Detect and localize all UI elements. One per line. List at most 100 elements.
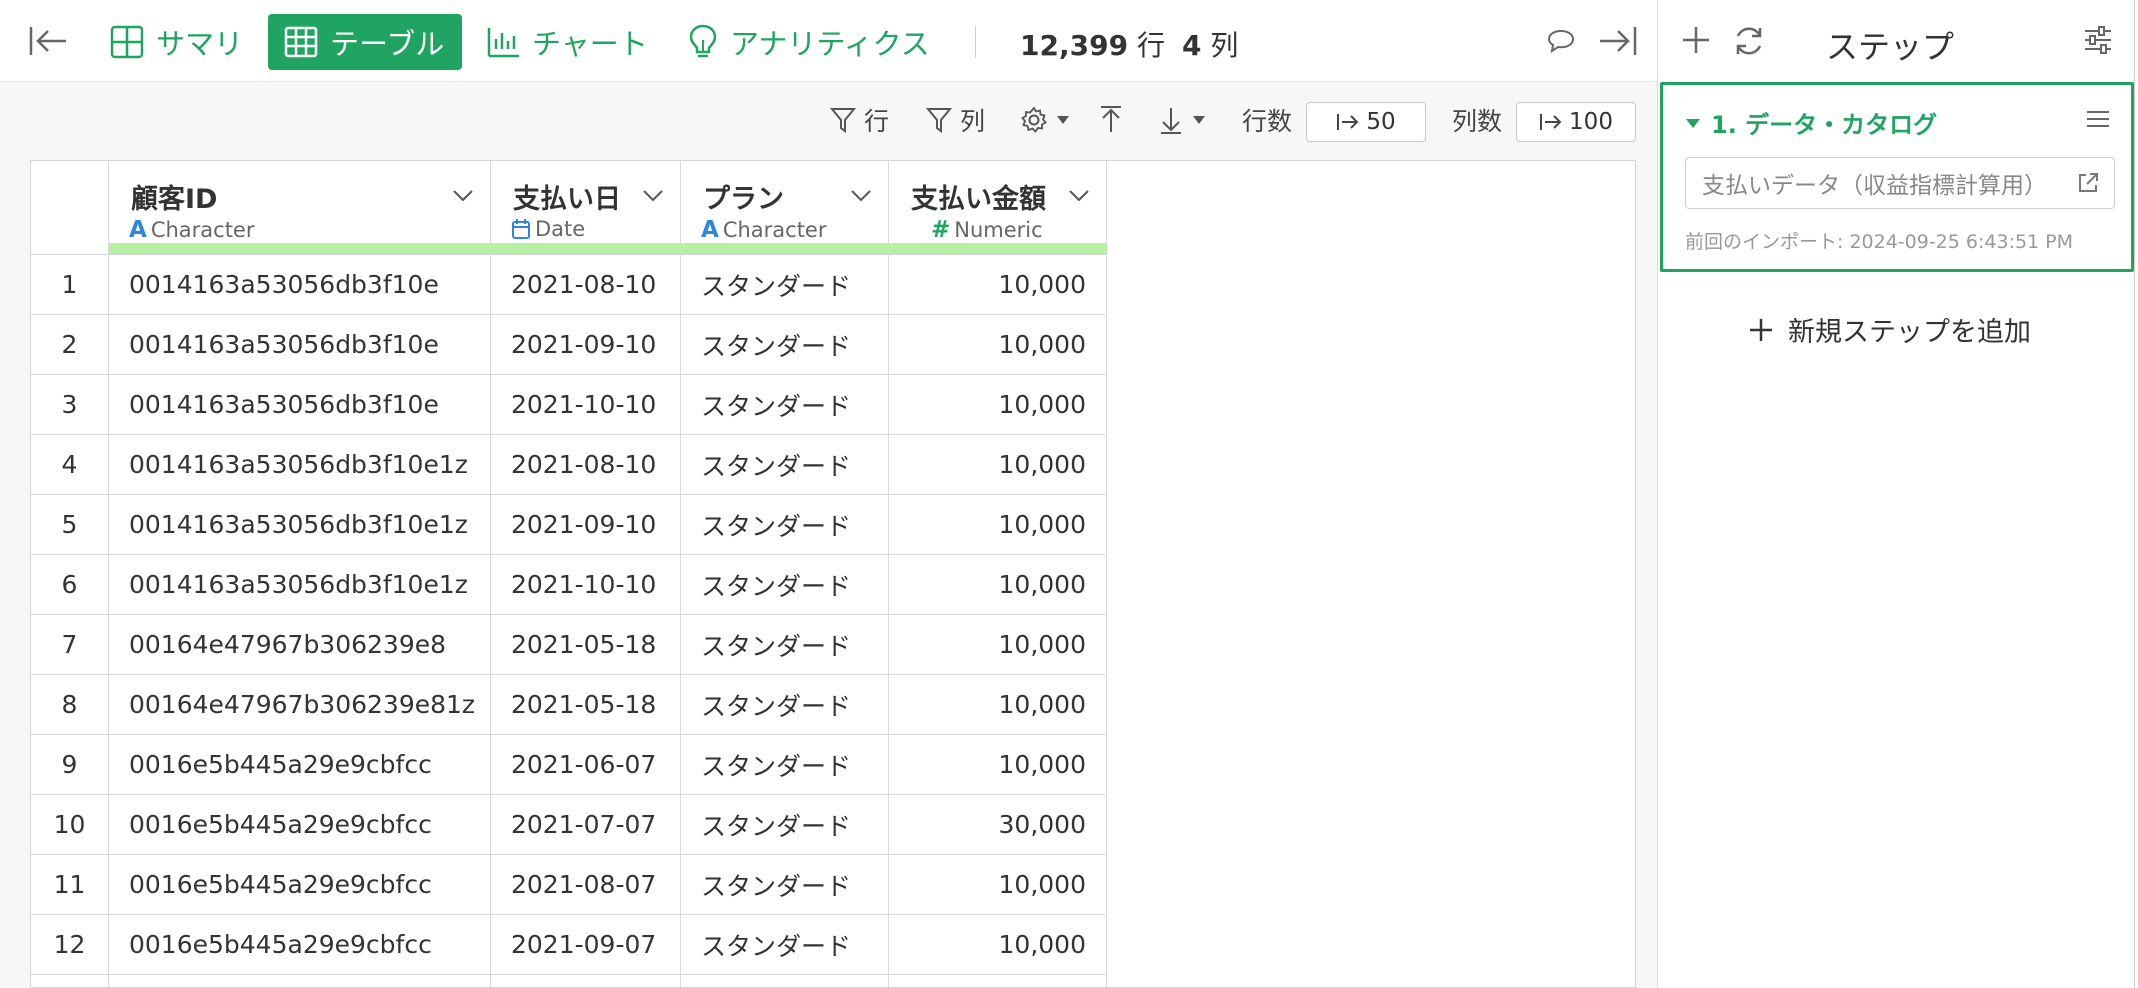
data-source-field[interactable]: 支払いデータ（収益指標計算用） — [1685, 157, 2115, 209]
cell-plan[interactable]: スタンダード — [681, 495, 889, 555]
collapse-left-icon[interactable] — [28, 24, 68, 58]
row-index[interactable]: 10 — [31, 795, 109, 855]
cell-plan[interactable]: スタンダード — [681, 255, 889, 315]
cell-customer-id[interactable]: 0014163a53056db3f10e — [109, 375, 491, 435]
cell-customer-id[interactable]: 0014163a53056db3f10e1z — [109, 435, 491, 495]
cell-plan[interactable]: スタンダード — [681, 915, 889, 975]
cell-customer-id[interactable]: 0014163a53056db3f10e1z — [109, 495, 491, 555]
sliders-icon[interactable] — [2082, 24, 2114, 56]
cell-payment-amount[interactable]: 30,000 — [889, 795, 1107, 855]
plus-icon[interactable] — [1680, 24, 1712, 56]
row-index[interactable]: 5 — [31, 495, 109, 555]
row-index[interactable]: 9 — [31, 735, 109, 795]
column-filter-button[interactable]: 列 — [926, 102, 985, 138]
cell-payment-amount[interactable]: 10,000 — [889, 555, 1107, 615]
cell-payment-amount[interactable]: 10,000 — [889, 855, 1107, 915]
step-card-data-catalog[interactable]: 1. データ・カタログ 支払いデータ（収益指標計算用） 前回のインポート: 20… — [1660, 82, 2134, 272]
sort-ascending-button[interactable] — [1098, 102, 1124, 138]
cell-plan[interactable]: スタンダード — [681, 315, 889, 375]
column-header-payment-date[interactable]: 支払い日 Date — [491, 161, 681, 255]
cell-customer-id[interactable]: 0016e5b445a29e9cbfcc — [109, 735, 491, 795]
panel-scrollbar[interactable] — [2134, 0, 2138, 988]
table-settings-button[interactable] — [1020, 102, 1070, 138]
row-index[interactable]: 12 — [31, 915, 109, 975]
cell-customer-id[interactable]: 0014163a53056db3f10e1z — [109, 555, 491, 615]
row-filter-button[interactable]: 行 — [830, 102, 889, 138]
table-row[interactable]: 8 00164e47967b306239e81z 2021-05-18 スタンダード 1… — [31, 675, 1107, 735]
cell-payment-amount[interactable]: 10,000 — [889, 735, 1107, 795]
row-index[interactable]: 6 — [31, 555, 109, 615]
refresh-icon[interactable] — [1732, 24, 1766, 58]
row-index[interactable]: 4 — [31, 435, 109, 495]
cell-payment-date[interactable]: 2021-07-07 — [491, 795, 681, 855]
chevron-down-icon[interactable] — [642, 189, 664, 203]
cell-payment-date[interactable]: 2021-05-18 — [491, 675, 681, 735]
cell-payment-date[interactable]: 2021-10-10 — [491, 555, 681, 615]
cell-payment-amount[interactable]: 10,000 — [889, 615, 1107, 675]
table-row[interactable]: 5 0014163a53056db3f10e1z 2021-09-10 スタンダード 1… — [31, 495, 1107, 555]
row-index[interactable]: 11 — [31, 855, 109, 915]
table-row[interactable]: 12 0016e5b445a29e9cbfcc 2021-09-07 スタンダード 10… — [31, 915, 1107, 975]
cell-plan[interactable]: スタンダード — [681, 855, 889, 915]
table-row[interactable]: 4 0014163a53056db3f10e1z 2021-08-10 スタンダード 1… — [31, 435, 1107, 495]
cell-payment-date[interactable]: 2021-08-10 — [491, 255, 681, 315]
cell-customer-id[interactable]: 00164e47967b306239e81z — [109, 675, 491, 735]
tab-summary[interactable]: サマリ — [94, 14, 259, 70]
cell-plan[interactable]: スタンダード — [681, 555, 889, 615]
column-header-plan[interactable]: プラン A Character — [681, 161, 889, 255]
table-row[interactable]: 3 0014163a53056db3f10e 2021-10-10 スタンダード 10,… — [31, 375, 1107, 435]
row-index[interactable]: 3 — [31, 375, 109, 435]
columns-input[interactable]: 100 — [1516, 102, 1636, 142]
hamburger-menu-icon[interactable] — [2085, 109, 2111, 129]
cell-payment-amount[interactable]: 10,000 — [889, 675, 1107, 735]
cell-plan[interactable]: スタンダード — [681, 375, 889, 435]
cell-payment-date[interactable]: 2021-09-10 — [491, 495, 681, 555]
comment-icon[interactable] — [1546, 28, 1576, 54]
table-row[interactable]: 1 0014163a53056db3f10e 2021-08-10 スタンダード 10,… — [31, 255, 1107, 315]
cell-plan[interactable]: スタンダード — [681, 435, 889, 495]
table-row[interactable]: 10 0016e5b445a29e9cbfcc 2021-07-07 スタンダード 30… — [31, 795, 1107, 855]
chevron-down-icon[interactable] — [1068, 189, 1090, 203]
collapse-right-icon[interactable] — [1598, 24, 1638, 58]
row-index[interactable]: 2 — [31, 315, 109, 375]
table-row[interactable]: 7 00164e47967b306239e8 2021-05-18 スタンダード 10,… — [31, 615, 1107, 675]
cell-payment-amount[interactable]: 10,000 — [889, 435, 1107, 495]
cell-payment-date[interactable]: 2021-09-07 — [491, 915, 681, 975]
cell-payment-date[interactable]: 2021-10-10 — [491, 375, 681, 435]
table-row[interactable]: 11 0016e5b445a29e9cbfcc 2021-08-07 スタンダード 10… — [31, 855, 1107, 915]
cell-plan[interactable]: スタンダード — [681, 735, 889, 795]
column-header-payment-amount[interactable]: 支払い金額 # Numeric — [889, 161, 1107, 255]
row-index[interactable]: 1 — [31, 255, 109, 315]
cell-payment-amount[interactable]: 10,000 — [889, 315, 1107, 375]
cell-customer-id[interactable]: 0016e5b445a29e9cbfcc — [109, 915, 491, 975]
cell-payment-date[interactable]: 2021-05-18 — [491, 615, 681, 675]
cell-plan[interactable]: スタンダード — [681, 615, 889, 675]
cell-customer-id[interactable]: 00164e47967b306239e8 — [109, 615, 491, 675]
row-index[interactable]: 7 — [31, 615, 109, 675]
cell-customer-id[interactable]: 0014163a53056db3f10e — [109, 255, 491, 315]
cell-plan[interactable]: スタンダード — [681, 795, 889, 855]
cell-payment-date[interactable]: 2021-06-07 — [491, 735, 681, 795]
cell-customer-id[interactable]: 0014163a53056db3f10e — [109, 315, 491, 375]
external-link-icon[interactable] — [2076, 171, 2100, 195]
tab-analytics[interactable]: アナリティクス — [672, 14, 946, 70]
column-header-customer-id[interactable]: 顧客ID A Character — [109, 161, 491, 255]
tab-chart[interactable]: チャート — [470, 14, 664, 70]
table-row[interactable]: 2 0014163a53056db3f10e 2021-09-10 スタンダード 10,… — [31, 315, 1107, 375]
cell-customer-id[interactable]: 0016e5b445a29e9cbfcc — [109, 855, 491, 915]
rows-input[interactable]: 50 — [1306, 102, 1426, 142]
cell-payment-amount[interactable]: 10,000 — [889, 495, 1107, 555]
chevron-down-icon[interactable] — [850, 189, 872, 203]
sort-descending-button[interactable] — [1158, 102, 1206, 138]
cell-payment-amount[interactable]: 10,000 — [889, 255, 1107, 315]
chevron-down-icon[interactable] — [452, 189, 474, 203]
cell-payment-date[interactable]: 2021-08-07 — [491, 855, 681, 915]
cell-payment-amount[interactable]: 10,000 — [889, 915, 1107, 975]
cell-payment-date[interactable]: 2021-09-10 — [491, 315, 681, 375]
tab-table[interactable]: テーブル — [268, 14, 462, 70]
row-index[interactable]: 8 — [31, 675, 109, 735]
cell-payment-amount[interactable]: 10,000 — [889, 375, 1107, 435]
cell-plan[interactable]: スタンダード — [681, 675, 889, 735]
table-row[interactable]: 6 0014163a53056db3f10e1z 2021-10-10 スタンダード 1… — [31, 555, 1107, 615]
cell-payment-date[interactable]: 2021-08-10 — [491, 435, 681, 495]
